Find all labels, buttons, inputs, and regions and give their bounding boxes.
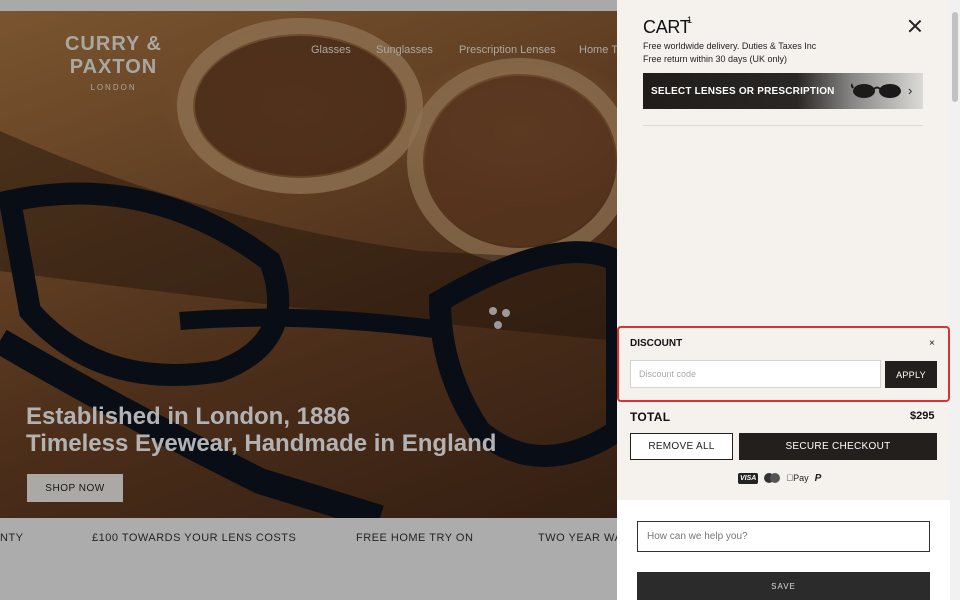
payment-methods: VISA Pay P xyxy=(738,471,821,485)
mastercard-icon xyxy=(764,473,781,483)
total-value: $295 xyxy=(910,410,935,422)
discount-code-input[interactable] xyxy=(630,360,881,388)
shipping-info-line-2: Free return within 30 days (UK only) xyxy=(643,54,788,64)
remove-all-button[interactable]: REMOVE ALL xyxy=(630,433,733,460)
paypal-icon: P xyxy=(815,473,822,484)
cart-title: CART xyxy=(643,17,691,37)
glasses-icon xyxy=(851,83,901,98)
apple-pay-label: Pay xyxy=(786,473,809,483)
divider xyxy=(643,125,923,126)
drawer-scrollbar[interactable] xyxy=(950,0,960,600)
secure-checkout-button[interactable]: SECURE CHECKOUT xyxy=(739,433,937,460)
apple-pay-icon: Pay xyxy=(786,473,808,483)
drawer-backdrop[interactable] xyxy=(0,0,617,600)
scrollbar-thumb[interactable] xyxy=(952,12,958,102)
chevron-right-icon: › xyxy=(908,83,913,98)
discount-label: DISCOUNT xyxy=(630,338,683,349)
help-message-input[interactable] xyxy=(637,521,930,552)
cart-item-count: 1 xyxy=(687,15,693,25)
visa-icon: VISA xyxy=(738,472,759,484)
save-button[interactable]: SAVE xyxy=(637,572,930,600)
close-icon[interactable] xyxy=(906,17,924,35)
select-lenses-banner[interactable]: SELECT LENSES OR PRESCRIPTION › xyxy=(643,73,923,109)
apply-discount-button[interactable]: APPLY xyxy=(885,361,937,388)
total-label: TOTAL xyxy=(630,410,671,424)
select-lenses-label: SELECT LENSES OR PRESCRIPTION xyxy=(651,85,835,97)
discount-close-icon[interactable]: × xyxy=(929,338,935,349)
shipping-info-line-1: Free worldwide delivery. Duties & Taxes … xyxy=(643,41,817,51)
